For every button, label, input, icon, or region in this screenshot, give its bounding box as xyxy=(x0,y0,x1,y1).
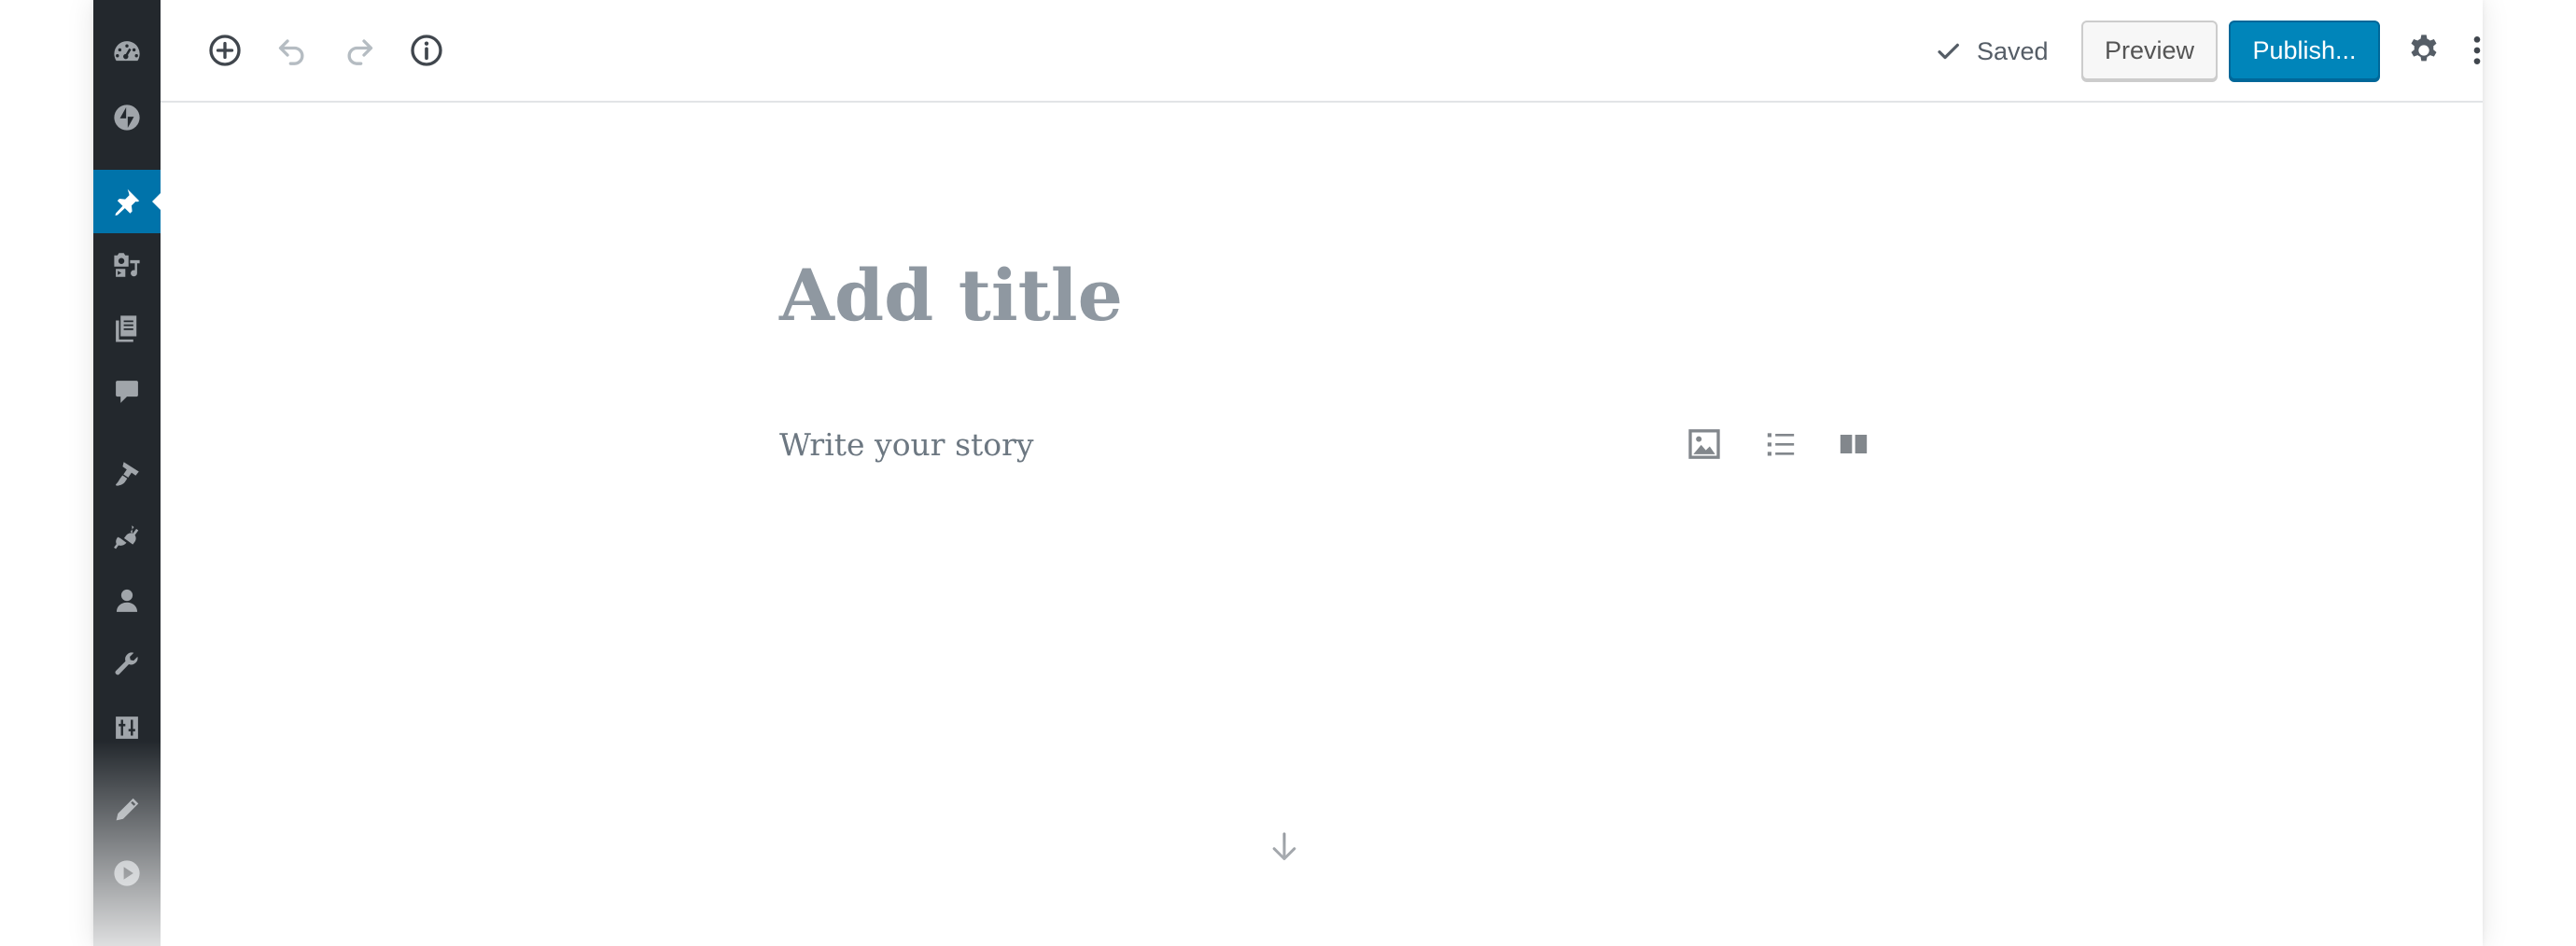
settings-button[interactable] xyxy=(2399,25,2449,76)
info-button[interactable] xyxy=(401,25,452,76)
saved-label: Saved xyxy=(1977,36,2049,65)
more-vertical-icon xyxy=(2473,36,2481,64)
insert-image-button[interactable] xyxy=(1678,418,1730,470)
sidebar-item-appearance[interactable] xyxy=(93,444,161,504)
pin-icon xyxy=(115,188,140,216)
preview-button[interactable]: Preview xyxy=(2081,21,2218,80)
play-icon xyxy=(114,860,140,886)
insert-columns-button[interactable] xyxy=(1827,418,1880,470)
settings-sliders-icon xyxy=(116,716,138,739)
undo-icon xyxy=(278,39,304,65)
gear-icon xyxy=(2411,35,2437,62)
sidebar-item-edit[interactable] xyxy=(93,780,161,840)
add-block-button[interactable] xyxy=(200,25,250,76)
user-icon xyxy=(116,589,138,612)
saved-status: Saved xyxy=(1934,32,2049,71)
comment-icon xyxy=(116,381,138,403)
dashboard-icon xyxy=(114,41,140,62)
columns-icon xyxy=(1840,435,1868,453)
wrench-icon xyxy=(115,652,138,675)
image-icon xyxy=(1688,429,1720,459)
editor-window: Saved Preview Publish... Add title Write… xyxy=(93,0,2483,946)
sidebar-item-posts[interactable] xyxy=(93,170,161,233)
sidebar-item-settings[interactable] xyxy=(93,698,161,758)
sidebar-item-play[interactable] xyxy=(93,843,161,903)
info-icon xyxy=(411,35,442,66)
arrow-down-icon xyxy=(1272,832,1296,860)
paintbrush-icon xyxy=(116,462,139,486)
sidebar-item-users[interactable] xyxy=(93,571,161,631)
publish-button[interactable]: Publish... xyxy=(2229,21,2380,80)
list-icon xyxy=(1767,433,1795,456)
more-options-button[interactable] xyxy=(2452,25,2502,76)
sidebar-item-plugins[interactable] xyxy=(93,508,161,567)
sidebar-item-tools[interactable] xyxy=(93,634,161,694)
insert-list-button[interactable] xyxy=(1755,418,1807,470)
screen: Saved Preview Publish... Add title Write… xyxy=(0,0,2576,946)
jetpack-bolt-icon xyxy=(114,104,140,131)
admin-sidebar xyxy=(93,0,161,946)
scroll-down-button[interactable] xyxy=(1258,821,1310,873)
post-title-input[interactable]: Add title xyxy=(779,244,1993,347)
undo-button[interactable] xyxy=(267,25,317,76)
sidebar-item-pages[interactable] xyxy=(93,299,161,358)
sidebar-item-dashboard[interactable] xyxy=(93,22,161,82)
sidebar-item-comments[interactable] xyxy=(93,362,161,422)
redo-icon xyxy=(347,39,373,65)
post-body-input[interactable]: Write your story xyxy=(779,422,1619,468)
redo-button[interactable] xyxy=(334,25,385,76)
pages-icon xyxy=(116,315,137,342)
plus-circle-icon xyxy=(209,35,241,66)
sidebar-item-jetpack[interactable] xyxy=(93,88,161,147)
checkmark-icon xyxy=(1938,43,1959,60)
pencil-icon xyxy=(116,798,139,821)
sidebar-item-media[interactable] xyxy=(93,235,161,295)
editor-header: Saved Preview Publish... xyxy=(161,0,2483,103)
media-icon xyxy=(114,253,140,277)
plugin-icon xyxy=(114,525,139,550)
